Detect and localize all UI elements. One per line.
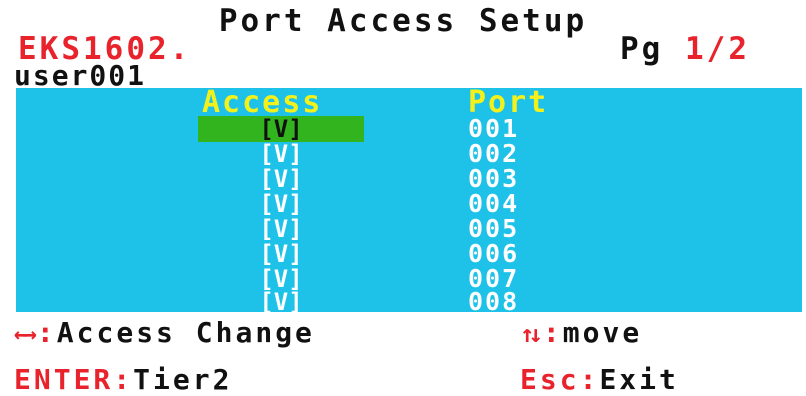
hint-label: move	[562, 316, 643, 349]
table-row[interactable]: [V] 007	[16, 266, 802, 293]
hint-enter: ENTER:Tier2	[14, 365, 232, 395]
table-row[interactable]: [V] 004	[16, 191, 802, 218]
esc-key: Esc	[520, 363, 580, 396]
hint-colon: :	[542, 316, 563, 349]
table-row[interactable]: [V] 005	[16, 216, 802, 243]
table-row[interactable]: [V] 002	[16, 141, 802, 168]
access-toggle[interactable]: [V]	[198, 289, 364, 315]
access-toggle[interactable]: [V]	[198, 216, 364, 242]
table-row[interactable]: [V] 003	[16, 166, 802, 193]
hint-esc: Esc:Exit	[520, 365, 679, 395]
hint-access-change: ←→:Access Change	[14, 318, 315, 349]
access-toggle[interactable]: [V]	[198, 166, 364, 192]
hint-label: Exit	[599, 363, 679, 396]
access-toggle[interactable]: [V]	[198, 191, 364, 217]
up-down-arrows-icon: ↑↓	[520, 320, 543, 348]
access-toggle-selected[interactable]: [V]	[198, 116, 364, 142]
hint-label: Tier2	[133, 363, 233, 396]
port-number: 008	[468, 287, 520, 316]
hint-colon: :	[579, 363, 600, 396]
page-indicator: Pg 1/2	[620, 32, 750, 66]
hint-move: ↑↓:move	[520, 318, 642, 349]
column-header-access: Access	[202, 85, 323, 120]
enter-key: ENTER	[14, 363, 114, 396]
hint-label: Access Change	[56, 316, 315, 349]
page-number: 1/2	[685, 31, 750, 67]
hint-colon: :	[113, 363, 134, 396]
table-row[interactable]: [V] 006	[16, 241, 802, 268]
page-label: Pg	[620, 31, 664, 67]
port-access-table: Access Port [V] 001 [V] 002 [V] 003 [V] …	[16, 85, 802, 316]
access-toggle[interactable]: [V]	[198, 141, 364, 167]
table-row[interactable]: [V] 001	[16, 116, 802, 142]
hint-colon: :	[36, 316, 57, 349]
user-name: user001	[14, 59, 147, 92]
left-right-arrows-icon: ←→	[14, 320, 37, 348]
table-row[interactable]: [V] 008	[16, 287, 802, 316]
access-toggle[interactable]: [V]	[198, 241, 364, 267]
